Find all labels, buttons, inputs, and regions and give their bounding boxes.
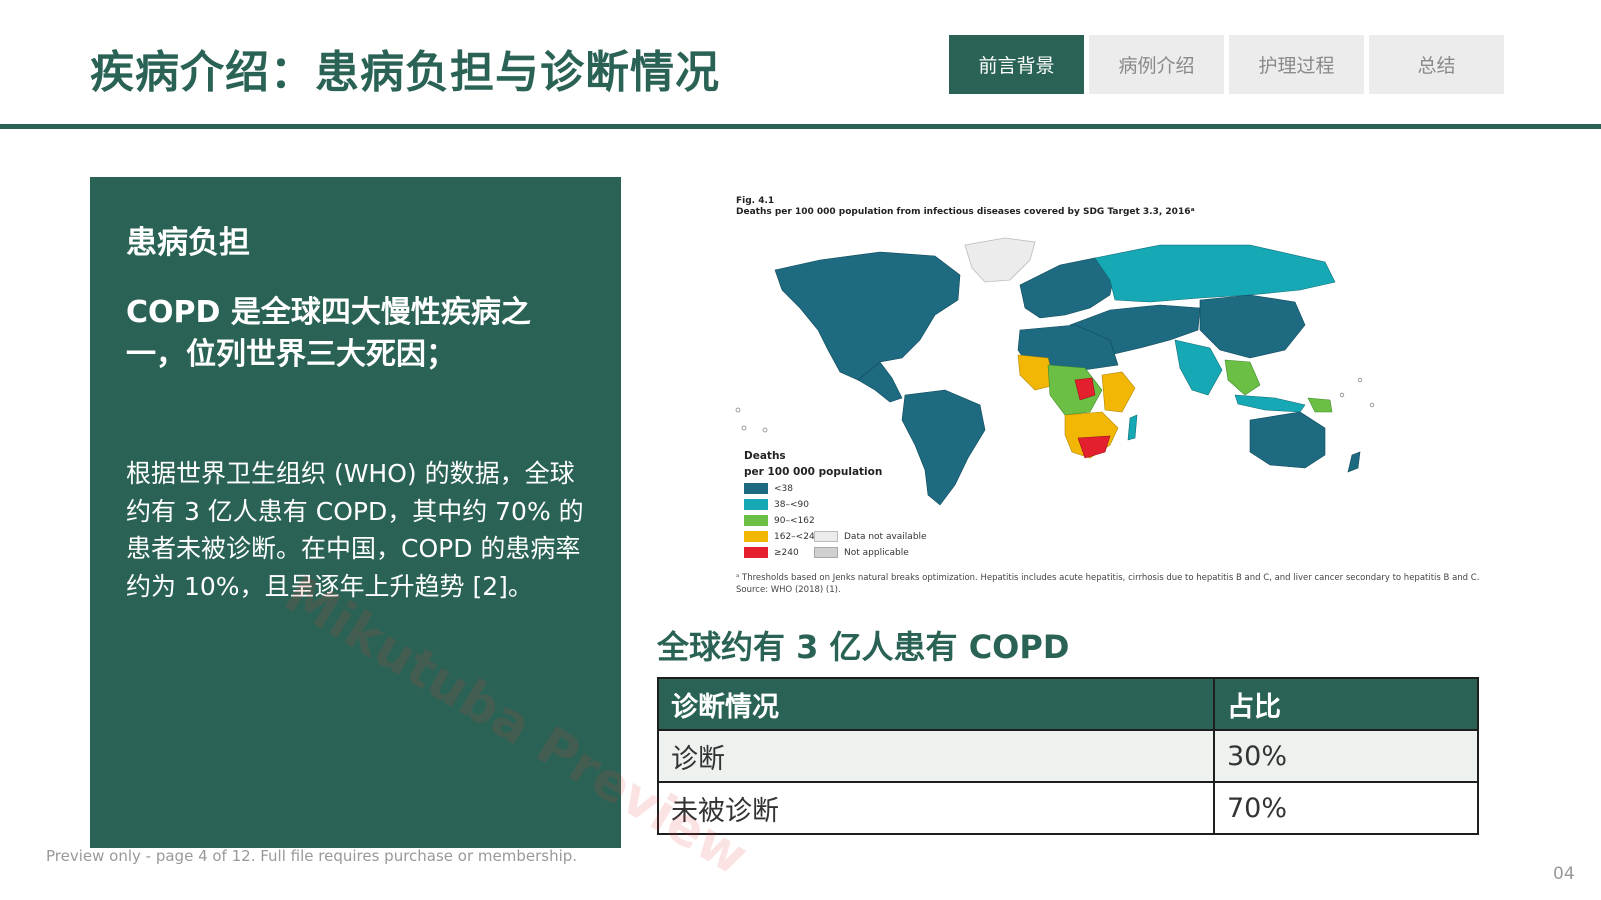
legend-item: 38–<90 — [744, 499, 809, 510]
table-cell: 未被诊断 — [657, 781, 1215, 835]
diagnosis-table: 诊断情况 占比 诊断 30% 未被诊断 70% — [657, 677, 1479, 835]
legend-swatch — [744, 547, 768, 558]
legend-swatch — [744, 515, 768, 526]
disease-burden-panel: 患病负担 COPD 是全球四大慢性疾病之一，位列世界三大死因； 根据世界卫生组织… — [90, 177, 621, 848]
page-number: 04 — [1553, 864, 1575, 884]
legend-label: <38 — [774, 483, 793, 494]
table-cell: 诊断 — [657, 729, 1215, 783]
legend-label: Data not available — [844, 531, 927, 542]
column-header: 占比 — [1213, 677, 1479, 731]
column-header: 诊断情况 — [657, 677, 1215, 731]
panel-lead-text: COPD 是全球四大慢性疾病之一，位列世界三大死因； — [126, 295, 531, 372]
header-divider — [0, 124, 1601, 129]
legend-swatch — [744, 531, 768, 542]
panel-body-text: 根据世界卫生组织 (WHO) 的数据，全球约有 3 亿人患有 COPD，其中约 … — [126, 459, 584, 601]
table-header-row: 诊断情况 占比 — [657, 677, 1479, 731]
preview-notice: Preview only - page 4 of 12. Full file r… — [46, 847, 578, 865]
table-cell: 70% — [1213, 781, 1479, 835]
tab-summary[interactable]: 总结 — [1369, 35, 1504, 94]
legend-label: ≥240 — [774, 547, 799, 558]
who-world-map-figure: Fig. 4.1 Deaths per 100 000 population f… — [730, 190, 1479, 600]
legend-item: ≥240 — [744, 547, 799, 558]
tab-nursing-process[interactable]: 护理过程 — [1229, 35, 1364, 94]
legend-swatch — [814, 547, 838, 558]
table-row: 未被诊断 70% — [657, 781, 1479, 835]
legend-swatch — [814, 531, 838, 542]
legend-item: <38 — [744, 483, 793, 494]
page-title: 疾病介绍：患病负担与诊断情况 — [90, 47, 720, 98]
legend-title-population: per 100 000 population — [744, 466, 883, 478]
legend-item-not-applicable: Not applicable — [814, 547, 909, 558]
panel-heading: 患病负担 — [126, 225, 250, 261]
legend-label: Not applicable — [844, 547, 909, 558]
legend-label: 90–<162 — [774, 515, 815, 526]
legend-title-deaths: Deaths — [744, 450, 786, 462]
legend-item: 90–<162 — [744, 515, 815, 526]
legend-swatch — [744, 499, 768, 510]
table-cell: 30% — [1213, 729, 1479, 783]
figure-source: Source: WHO (2018) (1). — [736, 585, 841, 595]
tab-preface[interactable]: 前言背景 — [949, 35, 1084, 94]
tab-case-intro[interactable]: 病例介绍 — [1089, 35, 1224, 94]
legend-label: 38–<90 — [774, 499, 809, 510]
legend-item: 162–<240 — [744, 531, 820, 542]
legend-item-no-data: Data not available — [814, 531, 927, 542]
legend-swatch — [744, 483, 768, 494]
table-caption: 全球约有 3 亿人患有 COPD — [657, 628, 1070, 666]
section-tabs: 前言背景 病例介绍 护理过程 总结 — [949, 35, 1504, 94]
table-row: 诊断 30% — [657, 729, 1479, 783]
figure-footnote: ᵃ Thresholds based on Jenks natural brea… — [736, 573, 1480, 583]
